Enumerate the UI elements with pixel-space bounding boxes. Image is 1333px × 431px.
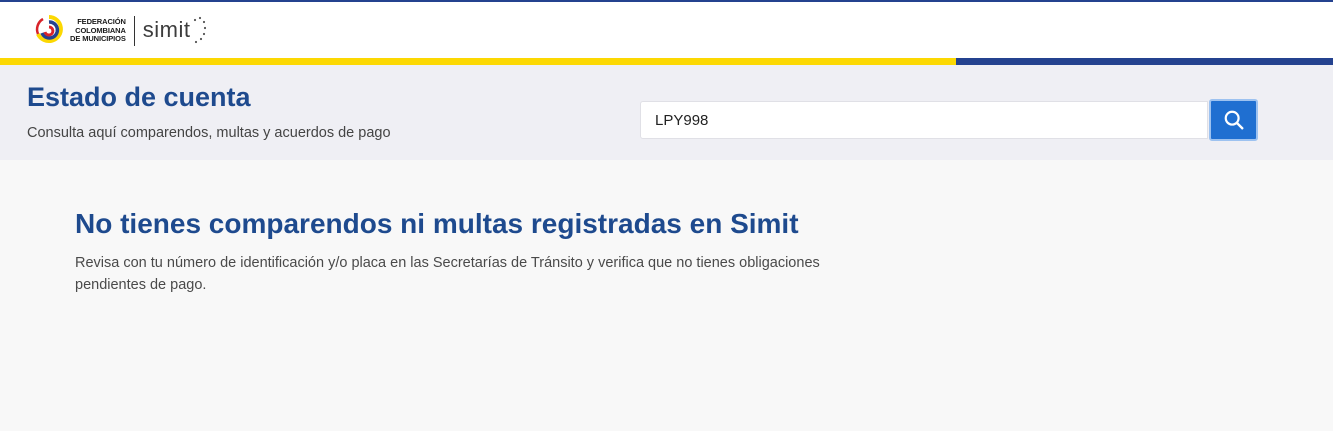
stripe-yellow (0, 58, 956, 65)
stripe-blue (956, 58, 1333, 65)
page-subtitle: Consulta aquí comparendos, multas y acue… (27, 125, 391, 141)
search-input[interactable] (640, 101, 1208, 139)
logo-divider (133, 16, 135, 46)
account-status-banner: Estado de cuenta Consulta aquí comparend… (0, 65, 1333, 160)
no-fines-description: Revisa con tu número de identificación y… (75, 255, 820, 293)
site-header: FEDERACIÓN COLOMBIANA DE MUNICIPIOS simi… (0, 2, 1333, 58)
page-title: Estado de cuenta (27, 82, 251, 112)
no-fines-title: No tienes comparendos ni multas registra… (75, 208, 799, 239)
federation-line-3: DE MUNICIPIOS (70, 34, 126, 44)
simit-dots-icon (193, 16, 206, 44)
federation-name: FEDERACIÓN COLOMBIANA DE MUNICIPIOS (70, 18, 126, 44)
simit-wordmark: simit (142, 17, 191, 42)
logo[interactable]: FEDERACIÓN COLOMBIANA DE MUNICIPIOS simi… (34, 10, 206, 52)
search-button[interactable] (1209, 99, 1258, 141)
federation-logo-icon (35, 15, 63, 43)
search-icon (1224, 110, 1243, 130)
